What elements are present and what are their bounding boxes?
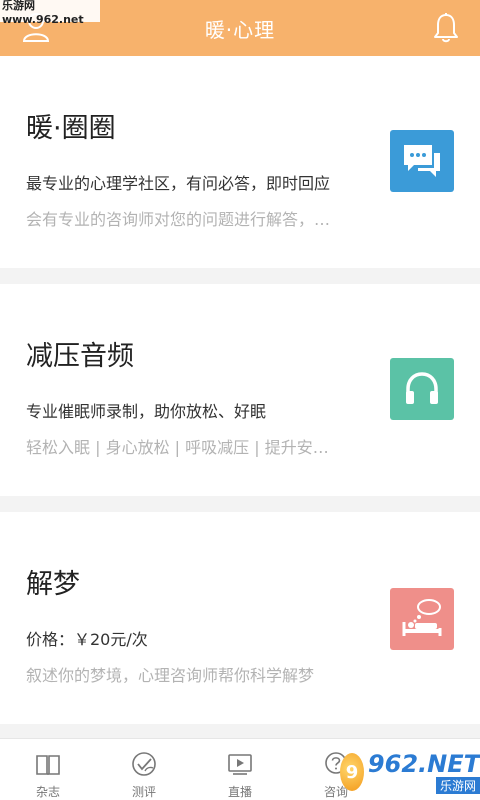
watermark-bottom: 9 962.NET 乐游网 (340, 744, 480, 800)
tab-live[interactable]: 直播 (192, 739, 288, 800)
card-community[interactable]: 暖·圈圈 最专业的心理学社区，有问必答，即时回应 会有专业的咨询师对您的问题进行… (0, 56, 480, 268)
tab-assessment[interactable]: 测评 (96, 739, 192, 800)
card-price: 价格：￥20元/次 (26, 630, 148, 649)
headphones-icon (390, 358, 454, 420)
card-subtitle: 叙述你的梦境，心理咨询师帮你科学解梦 (26, 666, 315, 685)
card-title: 解梦 (26, 569, 80, 600)
watermark-subtitle: 乐游网 (435, 776, 480, 794)
card-description: 专业催眠师录制，助你放松、好眠 (26, 402, 267, 421)
app-title: 暖·心理 (204, 17, 276, 42)
watermark-top: 乐游网 www.962.net (0, 0, 100, 26)
card-title: 减压音频 (26, 341, 134, 372)
card-description: 最专业的心理学社区，有问必答，即时回应 (26, 174, 331, 193)
tab-label: 杂志 (35, 785, 60, 799)
sleeping-bed-icon (390, 588, 454, 650)
card-subtitle: 会有专业的咨询师对您的问题进行解答，… (26, 210, 331, 229)
watermark-brand: 962.NET (367, 749, 480, 778)
tab-magazine[interactable]: 杂志 (0, 739, 96, 800)
card-relax-audio[interactable]: 减压音频 专业催眠师录制，助你放松、好眠 轻松入眠 | 身心放松 | 呼吸减压 … (0, 284, 480, 496)
tab-label: 直播 (227, 785, 252, 799)
bell-icon[interactable] (432, 12, 460, 44)
book-icon (36, 755, 60, 775)
chat-bubbles-icon (390, 130, 454, 192)
card-title: 暖·圈圈 (26, 113, 116, 144)
watermark-logo-icon: 9 (340, 753, 364, 791)
card-dream-interpretation[interactable]: 解梦 价格：￥20元/次 叙述你的梦境，心理咨询师帮你科学解梦 (0, 512, 480, 724)
watermark-text: 962.NET 乐游网 (368, 751, 480, 794)
video-play-icon (228, 754, 252, 775)
tab-label: 测评 (131, 785, 156, 799)
card-subtitle: 轻松入眠 | 身心放松 | 呼吸减压 | 提升安… (26, 438, 329, 457)
check-leaf-icon (132, 752, 156, 776)
